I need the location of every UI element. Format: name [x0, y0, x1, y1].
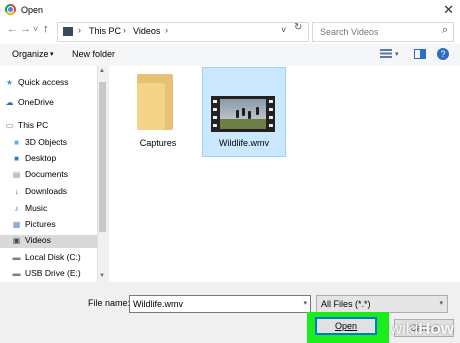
sidebar-item-label: USB Drive (E:) — [25, 268, 81, 278]
file-type-value: All Files (*.*) — [321, 299, 371, 309]
open-button[interactable]: Open — [315, 317, 377, 335]
file-name-input[interactable]: Wildlife.wmv ▾ — [129, 295, 311, 313]
sidebar-item-label: Documents — [25, 169, 68, 179]
file-list: Captures Wildlife.wmv — [109, 66, 460, 282]
video-thumbnail — [211, 96, 275, 132]
sidebar-item-this-pc[interactable]: ▭ This PC — [5, 120, 92, 133]
address-dropdown-icon[interactable]: ˅ — [281, 25, 286, 35]
title-bar: Open ✕ — [0, 0, 460, 20]
star-icon: ★ — [5, 78, 14, 87]
sidebar-item-pictures[interactable]: ▦ Pictures — [12, 219, 92, 232]
search-placeholder: Search Videos — [320, 27, 379, 37]
sidebar-item-label: Local Disk (C:) — [25, 252, 81, 262]
forward-arrow-icon[interactable]: → — [20, 23, 31, 35]
sidebar-item-label: Desktop — [25, 153, 57, 163]
breadcrumb-separator-icon: › — [78, 25, 81, 35]
file-item-captures[interactable]: Captures — [127, 138, 189, 148]
search-icon[interactable]: ⌕ — [442, 24, 448, 37]
scrollbar-thumb[interactable] — [99, 82, 106, 232]
dialog-footer: File name: Wildlife.wmv ▾ All Files (*.*… — [0, 282, 460, 343]
watermark: wikiHow — [389, 319, 454, 338]
scroll-up-icon[interactable]: ▲ — [99, 68, 105, 74]
close-icon[interactable]: ✕ — [443, 2, 454, 18]
computer-icon: ▭ — [5, 121, 14, 130]
desktop-icon: ■ — [14, 154, 19, 163]
breadcrumb-separator-icon: › — [165, 25, 168, 35]
sidebar-item-desktop[interactable]: ■ Desktop — [12, 153, 92, 166]
refresh-icon[interactable]: ↻ — [294, 22, 302, 33]
document-icon: ▤ — [12, 170, 21, 179]
address-bar[interactable]: › This PC › Videos › ˅ — [57, 22, 309, 42]
sidebar-item-documents[interactable]: ▤ Documents — [12, 169, 92, 182]
file-name-value: Wildlife.wmv — [133, 299, 184, 309]
sidebar-item-3d-objects[interactable]: ■ 3D Objects — [12, 137, 92, 150]
sidebar-item-label: OneDrive — [18, 97, 54, 107]
sidebar-item-label: Downloads — [25, 186, 68, 196]
view-dropdown-icon[interactable]: ▾ — [395, 50, 399, 58]
new-folder-button[interactable]: New folder — [72, 49, 115, 59]
sidebar-item-quick-access[interactable]: ★ Quick access — [5, 77, 92, 90]
preview-pane-icon[interactable] — [414, 49, 426, 62]
download-icon: ↓ — [14, 187, 19, 196]
navigation-bar: ← → ˅ ↑ › This PC › Videos › ˅ ↻ Search … — [0, 20, 460, 44]
window-title: Open — [21, 5, 44, 15]
music-icon: ♪ — [14, 204, 19, 213]
up-arrow-icon[interactable]: ↑ — [43, 23, 49, 35]
file-name-label: File name: — [88, 298, 131, 308]
view-options-icon[interactable] — [380, 49, 392, 61]
sidebar-item-downloads[interactable]: ↓ Downloads — [12, 186, 92, 199]
drive-icon: ▬ — [12, 253, 21, 262]
sidebar-item-label: Quick access — [18, 77, 69, 87]
breadcrumb-separator-icon: › — [123, 25, 126, 35]
chevron-down-icon[interactable]: ▾ — [303, 299, 307, 307]
sidebar-item-label: Pictures — [25, 219, 56, 229]
sidebar-item-music[interactable]: ♪ Music — [12, 203, 92, 216]
sidebar-item-label: Music — [25, 203, 48, 213]
sidebar-item-onedrive[interactable]: ☁ OneDrive — [5, 97, 92, 110]
breadcrumb-videos[interactable]: Videos — [133, 26, 160, 36]
cloud-icon: ☁ — [5, 98, 14, 107]
file-item-label: Wildlife.wmv — [218, 138, 269, 148]
open-button-label: Open — [334, 321, 358, 331]
toolbar: Organize ▾ New folder ▾ ? — [0, 44, 460, 67]
sidebar-item-videos[interactable]: ▣ Videos — [0, 235, 97, 248]
videos-folder-icon — [63, 27, 73, 36]
file-item-wildlife-selected[interactable]: Wildlife.wmv — [202, 67, 286, 157]
video-icon: ▣ — [12, 236, 21, 245]
organize-button[interactable]: Organize — [12, 49, 49, 59]
cube-icon: ■ — [14, 138, 19, 147]
organize-dropdown-icon[interactable]: ▾ — [50, 50, 54, 58]
chevron-down-icon[interactable]: ▾ — [439, 299, 443, 307]
sidebar-item-usb-drive-e[interactable]: ▬ USB Drive (E:) — [12, 268, 92, 281]
back-arrow-icon[interactable]: ← — [7, 23, 18, 35]
recent-locations-icon[interactable]: ˅ — [33, 24, 38, 34]
sidebar-item-label: This PC — [18, 120, 49, 130]
sidebar-item-label: 3D Objects — [25, 137, 68, 147]
sidebar-item-local-disk-c[interactable]: ▬ Local Disk (C:) — [12, 252, 92, 265]
sidebar-item-label: Videos — [25, 235, 51, 245]
folder-icon[interactable] — [137, 74, 173, 130]
scroll-down-icon[interactable]: ▼ — [99, 273, 105, 279]
file-type-select[interactable]: All Files (*.*) ▾ — [316, 295, 448, 313]
pictures-icon: ▦ — [12, 220, 21, 229]
usb-drive-icon: ▬ — [12, 269, 21, 278]
chrome-icon — [5, 4, 16, 15]
help-icon[interactable]: ? — [437, 48, 449, 60]
search-input[interactable]: Search Videos ⌕ — [312, 22, 454, 42]
breadcrumb-this-pc[interactable]: This PC — [89, 26, 121, 36]
